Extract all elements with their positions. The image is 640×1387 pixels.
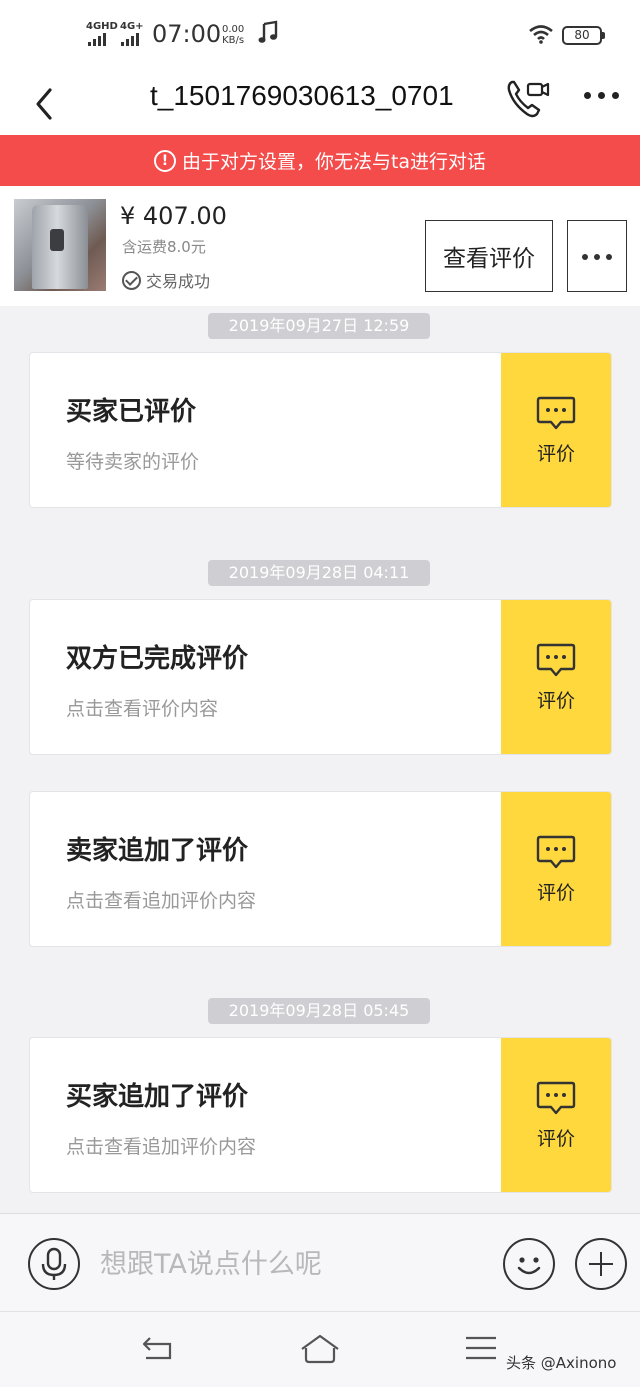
review-action-button[interactable]: 评价 [501,792,611,946]
message-timestamp: 2019年09月27日 12:59 [208,313,430,339]
view-review-button[interactable]: 查看评价 [425,220,553,292]
wifi-icon [529,25,553,44]
card-subtitle: 点击查看追加评价内容 [66,1136,257,1158]
chat-header: t_1501769030613_0701 [0,70,640,135]
trade-status-label: 交易成功 [146,272,211,291]
signal-icon-1 [88,33,106,46]
comment-bubble-icon [536,396,576,429]
system-nav-bar: 头条 @Axinono [0,1311,640,1387]
product-more-button[interactable] [567,220,627,292]
review-message-card[interactable]: 双方已完成评价 点击查看评价内容 评价 [29,599,612,755]
more-icon-dot [606,254,612,260]
more-icon-dot [612,92,619,99]
message-input-bar [0,1213,640,1311]
review-message-card[interactable]: 卖家追加了评价 点击查看追加评价内容 评价 [29,791,612,947]
back-button[interactable] [26,78,66,128]
message-timestamp: 2019年09月28日 04:11 [208,560,430,586]
network-type-1: 4GHD [86,21,118,32]
network-speed: 0.00 KB/s [222,24,244,46]
status-bar: 4GHD 4G+ 07:00 0.00 KB/s 80 [0,0,640,70]
phone-video-icon [507,80,550,118]
warning-icon: ! [153,149,176,172]
comment-bubble-icon [536,1081,576,1114]
speed-value: 0.00 [222,24,245,35]
review-action-label: 评价 [536,881,575,904]
product-card: ¥ 407.00 含运费8.0元 交易成功 查看评价 [0,186,640,306]
card-title: 买家已评价 [66,397,197,427]
nav-recent-apps-icon[interactable] [464,1334,498,1364]
message-timestamp: 2019年09月28日 05:45 [208,998,430,1024]
more-options-button[interactable] [580,82,630,112]
battery-indicator: 80 [562,26,605,45]
check-circle-icon [122,270,141,290]
more-icon-dot [594,254,600,260]
comment-bubble-icon [536,643,576,676]
signal-icon-2 [121,33,139,46]
card-title: 买家追加了评价 [66,1082,249,1112]
watermark: 头条 @Axinono [506,1354,617,1372]
review-action-button[interactable]: 评价 [501,1038,611,1192]
voice-button[interactable] [28,1238,80,1290]
nav-back-icon[interactable] [138,1332,178,1366]
review-action-label: 评价 [536,689,575,712]
clock: 07:00 [152,20,222,48]
review-action-label: 评价 [536,1127,575,1150]
card-subtitle: 点击查看评价内容 [66,698,219,720]
emoji-button[interactable] [503,1238,555,1290]
review-action-button[interactable]: 评价 [501,600,611,754]
review-message-card[interactable]: 买家追加了评价 点击查看追加评价内容 评价 [29,1037,612,1193]
message-input[interactable] [100,1238,480,1290]
blocked-notice-banner: ! 由于对方设置，你无法与ta进行对话 [0,135,640,186]
more-icon-dot [582,254,588,260]
review-action-label: 评价 [536,442,575,465]
more-icon-dot [584,92,591,99]
card-subtitle: 等待卖家的评价 [66,451,200,473]
call-button[interactable] [502,74,552,124]
music-icon [258,20,278,43]
smiley-icon [517,1257,541,1275]
review-message-card[interactable]: 买家已评价 等待卖家的评价 评价 [29,352,612,508]
card-title: 双方已完成评价 [66,644,249,674]
shipping-fee: 含运费8.0元 [122,238,206,256]
more-icon-dot [598,92,605,99]
microphone-icon [41,1247,67,1280]
comment-bubble-icon [536,835,576,868]
card-subtitle: 点击查看追加评价内容 [66,890,257,912]
speed-unit: KB/s [222,35,245,46]
chevron-left-icon [36,88,52,120]
review-action-button[interactable]: 评价 [501,353,611,507]
chat-title: t_1501769030613_0701 [150,80,454,111]
nav-home-icon[interactable] [298,1332,342,1366]
add-attachment-button[interactable] [575,1238,627,1290]
product-image[interactable] [14,199,106,291]
product-price: ¥ 407.00 [120,202,227,230]
card-title: 卖家追加了评价 [66,836,249,866]
banner-text: 由于对方设置，你无法与ta进行对话 [181,151,487,173]
network-type-2: 4G+ [120,21,144,32]
trade-status: 交易成功 [122,268,210,292]
